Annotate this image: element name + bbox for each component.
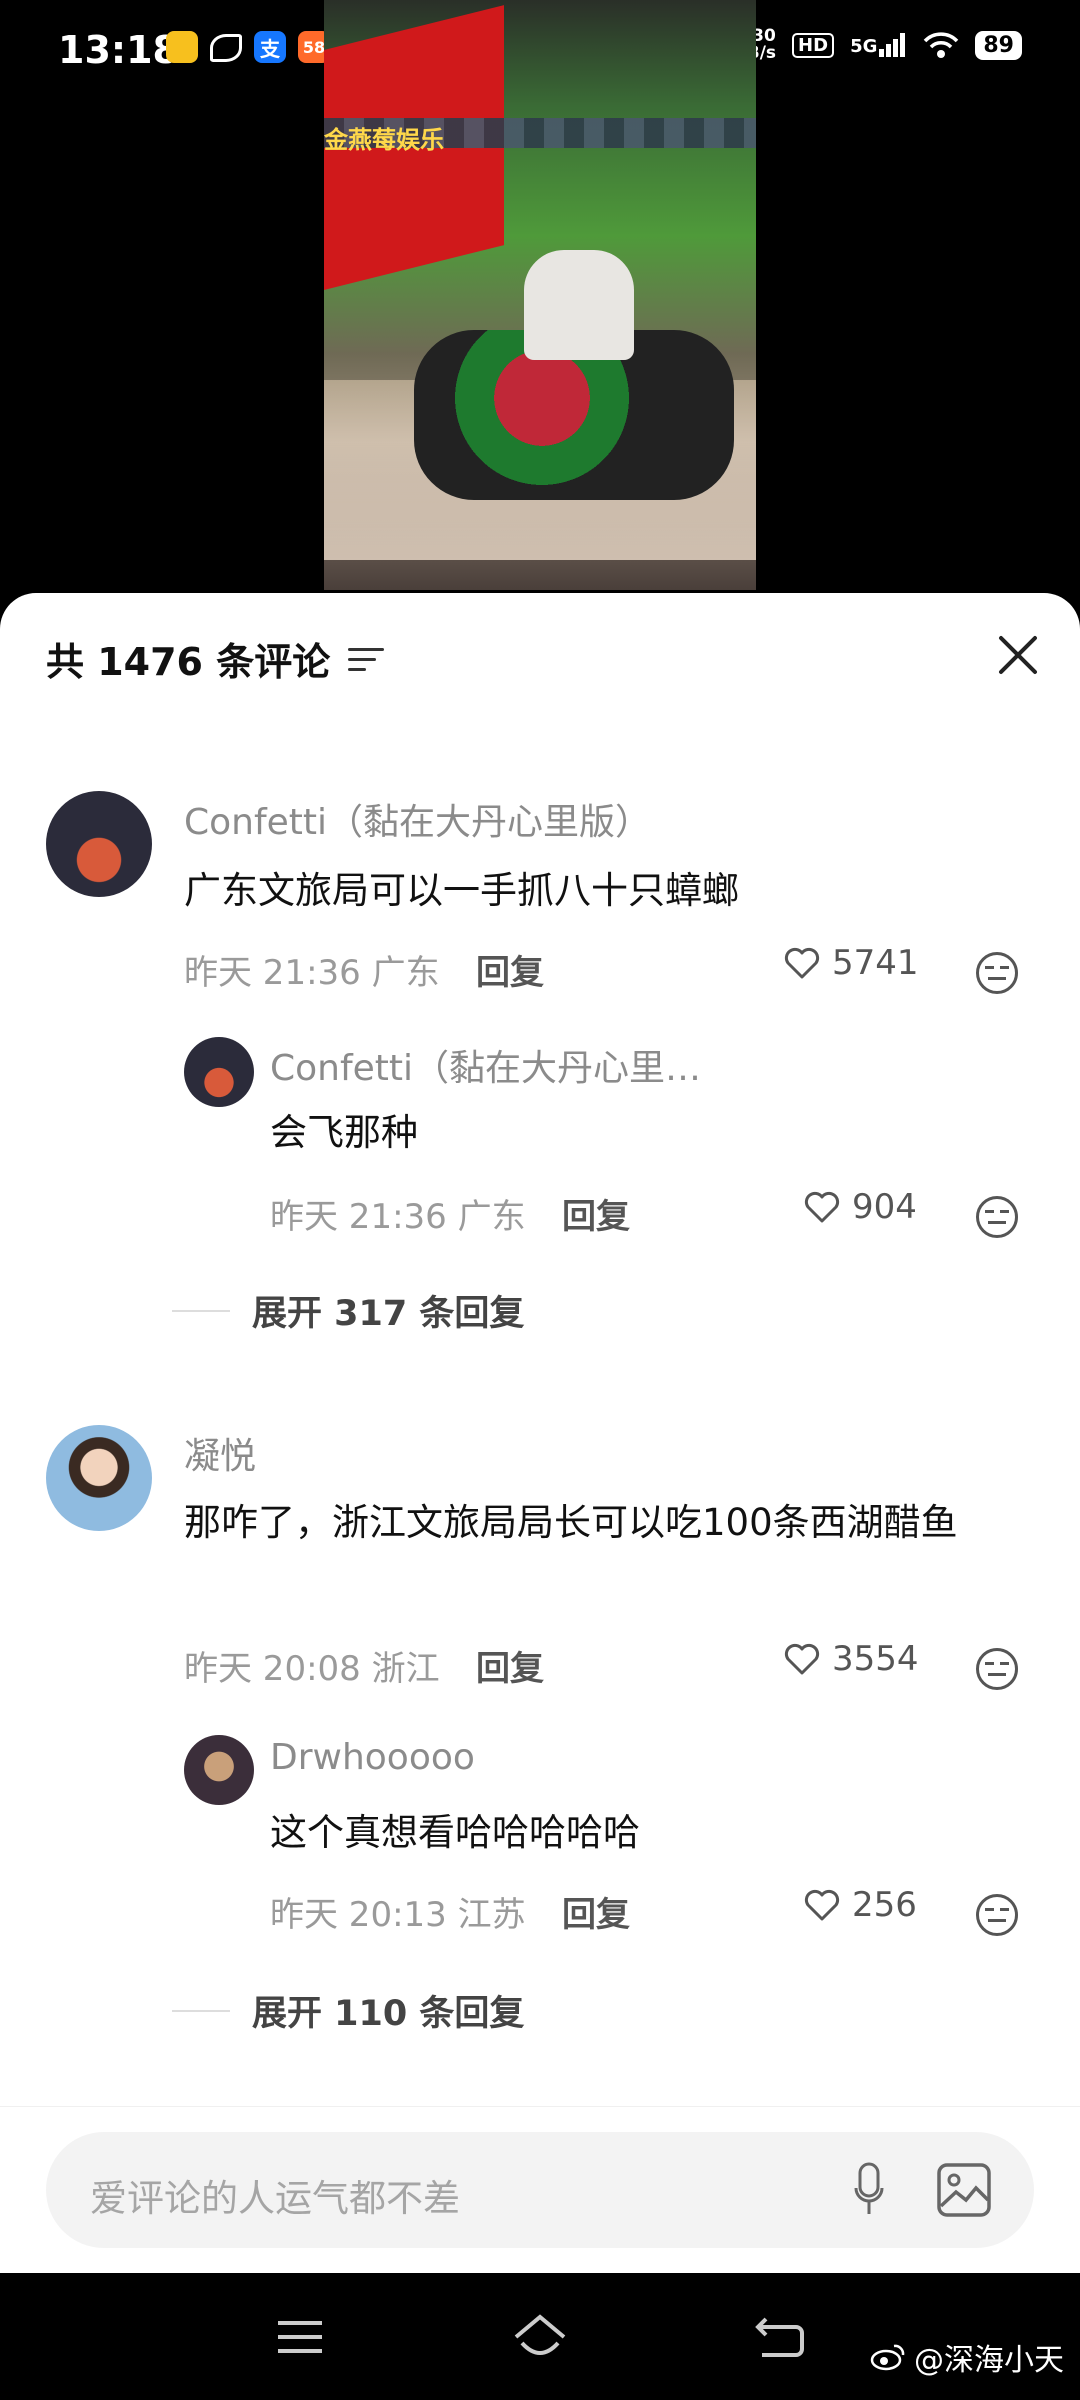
sort-filter-icon[interactable] — [348, 646, 385, 672]
divider-line — [172, 1309, 230, 1312]
expand-replies-button[interactable]: 展开 317 条回复 — [172, 1285, 524, 1336]
menu-icon[interactable] — [272, 2313, 328, 2361]
system-nav-bar: @深海小天 — [0, 2273, 1080, 2400]
notification-icons: 支 58 — [166, 31, 330, 63]
reply-time-location: 昨天 20:13 江苏 — [270, 1895, 526, 1935]
avatar[interactable] — [46, 791, 152, 897]
comment-text[interactable]: 那咋了，浙江文旅局局长可以吃100条西湖醋鱼 — [184, 1490, 1014, 1556]
reply-username[interactable]: Drwhooooo — [270, 1737, 475, 1778]
weibo-logo-icon — [870, 2344, 905, 2371]
heart-icon — [804, 1889, 840, 1921]
comment-input[interactable]: 爱评论的人运气都不差 — [46, 2132, 1034, 2248]
reaction-emoji-icon[interactable] — [976, 1196, 1018, 1238]
clock: 13:18 — [58, 28, 179, 72]
like-button[interactable]: 256 — [804, 1885, 917, 1925]
reaction-emoji-icon[interactable] — [976, 952, 1018, 994]
comments-header: 共 1476 条评论 — [46, 631, 385, 686]
like-button[interactable]: 3554 — [784, 1639, 919, 1679]
image-icon[interactable] — [936, 2162, 992, 2218]
comment-text[interactable]: 广东文旅局可以一手抓八十只蟑螂 — [184, 858, 1024, 924]
rider-graphic — [524, 250, 634, 360]
like-count: 256 — [852, 1885, 917, 1925]
back-icon[interactable] — [752, 2313, 808, 2361]
microphone-icon[interactable] — [854, 2162, 884, 2218]
comment-input-placeholder: 爱评论的人运气都不差 — [90, 2177, 460, 2220]
avatar[interactable] — [184, 1735, 254, 1805]
reply-text[interactable]: 会飞那种 — [270, 1100, 1010, 1166]
reaction-emoji-icon[interactable] — [976, 1894, 1018, 1936]
video-player[interactable]: 金燕莓娱乐 — [324, 0, 756, 590]
channel-logo: 金燕莓娱乐 — [324, 126, 444, 154]
wifi-icon — [924, 32, 959, 58]
like-button[interactable]: 904 — [804, 1187, 917, 1227]
heart-icon — [784, 947, 820, 979]
like-button[interactable]: 5741 — [784, 943, 919, 983]
reply-username[interactable]: Confetti（黏在大丹心里… — [270, 1039, 701, 1091]
comment-username[interactable]: Confetti（黏在大丹心里版） — [184, 793, 651, 845]
comments-sheet: 共 1476 条评论 Confetti（黏在大丹心里版） 广东文旅局可以一手抓八… — [0, 593, 1080, 2273]
expand-replies-button[interactable]: 展开 110 条回复 — [172, 1985, 524, 2036]
reaction-emoji-icon[interactable] — [976, 1648, 1018, 1690]
avatar[interactable] — [46, 1425, 152, 1531]
reply-button[interactable]: 回复 — [562, 1189, 630, 1238]
heart-icon — [784, 1643, 820, 1675]
heart-icon — [804, 1191, 840, 1223]
leaf-app-icon — [210, 34, 242, 62]
like-count: 3554 — [832, 1639, 919, 1679]
like-count: 5741 — [832, 943, 919, 983]
watermark: @深海小天 — [870, 2335, 1064, 2379]
reply-text[interactable]: 这个真想看哈哈哈哈哈 — [270, 1800, 1010, 1866]
reply-button[interactable]: 回复 — [476, 1641, 544, 1690]
signal-bars-icon — [879, 33, 906, 57]
home-icon[interactable] — [512, 2313, 568, 2361]
cell-signal: 5G — [850, 33, 907, 57]
reply-time-location: 昨天 21:36 广东 — [270, 1197, 526, 1237]
divider-line — [172, 2009, 230, 2012]
reply-button[interactable]: 回复 — [476, 945, 544, 994]
comment-time-location: 昨天 21:36 广东 — [184, 953, 440, 993]
comment-time-location: 昨天 20:08 浙江 — [184, 1649, 440, 1689]
reply-button[interactable]: 回复 — [562, 1887, 630, 1936]
rabbit-app-icon — [166, 31, 198, 63]
battery-indicator: 89 — [975, 30, 1022, 60]
avatar[interactable] — [184, 1037, 254, 1107]
comment-username[interactable]: 凝悦 — [184, 1427, 256, 1479]
alipay-icon: 支 — [254, 31, 286, 63]
close-icon[interactable] — [996, 633, 1040, 677]
hd-badge: HD — [792, 32, 835, 58]
comment-count: 共 1476 条评论 — [46, 640, 331, 684]
like-count: 904 — [852, 1187, 917, 1227]
